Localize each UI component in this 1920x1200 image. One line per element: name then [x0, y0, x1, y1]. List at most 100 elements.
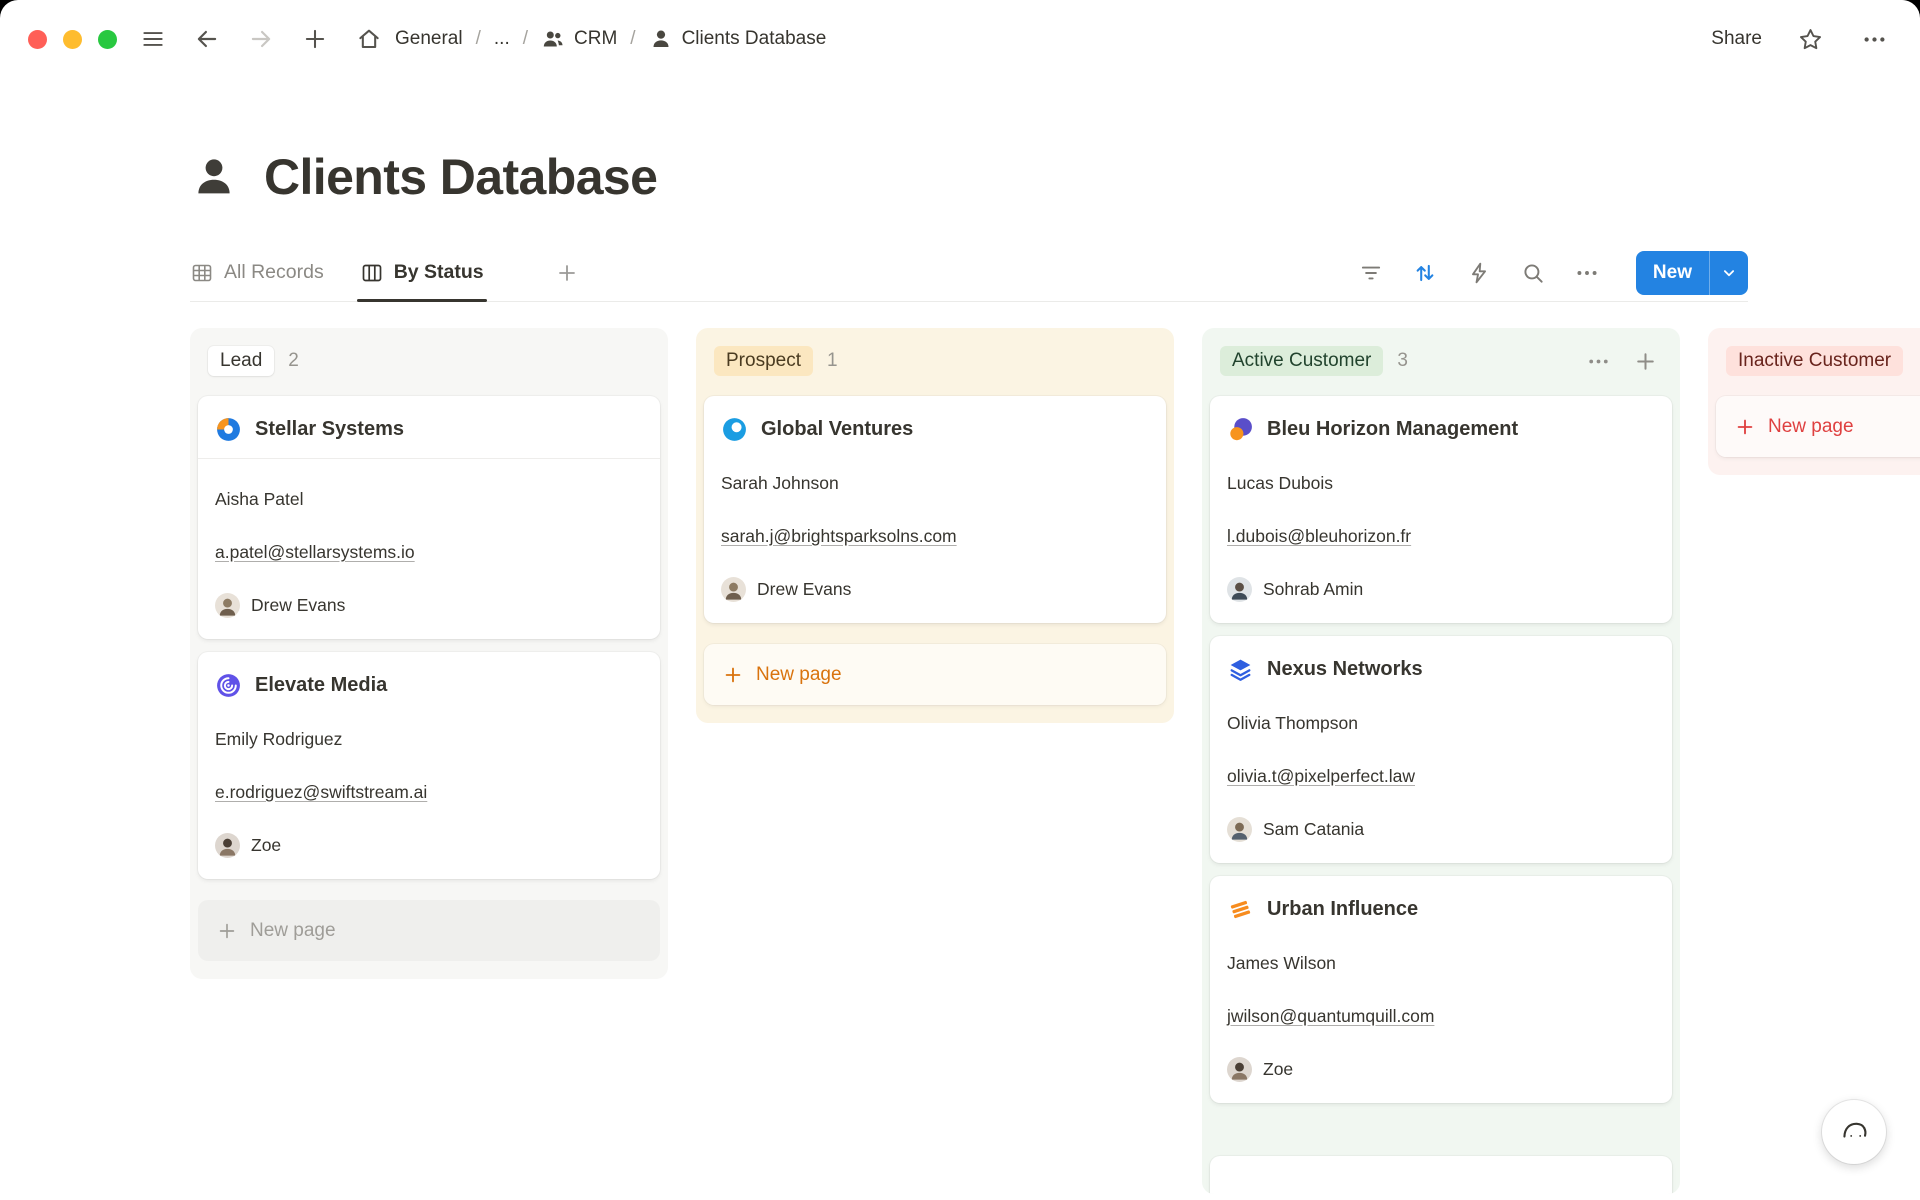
person-icon — [649, 27, 673, 51]
avatar — [215, 593, 240, 618]
new-page-button[interactable]: New page — [704, 644, 1166, 705]
share-button[interactable]: Share — [1711, 28, 1762, 50]
ai-assistant-button[interactable] — [1822, 1100, 1886, 1164]
card-contact: Lucas Dubois — [1210, 443, 1672, 496]
new-button[interactable]: New — [1636, 251, 1748, 295]
close-window-button[interactable] — [28, 30, 47, 49]
elevate-media-logo-icon — [215, 672, 242, 699]
more-options-icon[interactable] — [1858, 23, 1890, 55]
new-page-button[interactable]: New page — [198, 900, 660, 961]
breadcrumb-separator: / — [476, 28, 481, 50]
column-header: Prospect 1 — [704, 336, 1166, 396]
new-page-label: New page — [250, 920, 336, 942]
card-bleu-horizon-management[interactable]: Bleu Horizon Management Lucas Dubois l.d… — [1210, 396, 1672, 623]
board-column-active-customer: Active Customer 3 Bleu Horizon Mana — [1202, 328, 1680, 1194]
nav-controls — [137, 23, 385, 55]
people-icon — [541, 27, 565, 51]
views-toolbar: New — [1358, 251, 1748, 295]
search-icon[interactable] — [1520, 260, 1546, 286]
card-clipped[interactable] — [1210, 1156, 1672, 1194]
status-badge-active-customer[interactable]: Active Customer — [1220, 346, 1383, 376]
card-email: l.dubois@bleuhorizon.fr — [1210, 496, 1672, 549]
filter-icon[interactable] — [1358, 260, 1384, 286]
card-global-ventures[interactable]: Global Ventures Sarah Johnson sarah.j@br… — [704, 396, 1166, 623]
email-link[interactable]: olivia.t@pixelperfect.law — [1227, 766, 1415, 786]
minimize-window-button[interactable] — [63, 30, 82, 49]
card-title: Stellar Systems — [255, 415, 404, 443]
tab-all-records[interactable]: All Records — [190, 244, 324, 301]
card-contact: Emily Rodriguez — [198, 699, 660, 752]
topbar-actions: Share — [1711, 23, 1890, 55]
card-stellar-systems[interactable]: Stellar Systems Aisha Patel a.patel@stel… — [198, 396, 660, 639]
tab-label: By Status — [394, 261, 484, 284]
breadcrumb-item-general[interactable]: General — [395, 28, 463, 50]
page-header: Clients Database — [190, 148, 1920, 206]
card-title: Bleu Horizon Management — [1267, 415, 1518, 443]
card-nexus-networks[interactable]: Nexus Networks Olivia Thompson olivia.t@… — [1210, 636, 1672, 863]
new-page-button[interactable]: New page — [1716, 396, 1920, 457]
column-header: Inactive Customer — [1716, 336, 1920, 396]
owner-name: Sam Catania — [1263, 817, 1364, 842]
email-link[interactable]: e.rodriguez@swiftstream.ai — [215, 782, 427, 802]
avatar — [1227, 577, 1252, 602]
new-button-label: New — [1636, 251, 1709, 295]
breadcrumb-separator: / — [630, 28, 635, 50]
card-owner: Sam Catania — [1210, 789, 1672, 863]
breadcrumb-label: General — [395, 28, 463, 50]
tab-by-status[interactable]: By Status — [360, 244, 484, 301]
view-options-icon[interactable] — [1574, 260, 1600, 286]
status-badge-prospect[interactable]: Prospect — [714, 346, 813, 376]
table-view-icon — [190, 261, 214, 285]
breadcrumb-item-crm[interactable]: CRM — [541, 27, 617, 51]
card-contact: Aisha Patel — [198, 459, 660, 512]
global-ventures-logo-icon — [721, 416, 748, 443]
kanban-board: Lead 2 Stellar Systems Aisha Patel a.pat… — [0, 328, 1920, 1194]
status-badge-inactive-customer[interactable]: Inactive Customer — [1726, 346, 1903, 376]
star-icon[interactable] — [1794, 23, 1826, 55]
plus-icon — [1734, 416, 1756, 438]
view-tabs: All Records By Status — [190, 244, 580, 301]
page-title[interactable]: Clients Database — [264, 148, 657, 206]
breadcrumb-separator: / — [523, 28, 528, 50]
avatar — [215, 833, 240, 858]
automations-icon[interactable] — [1466, 260, 1492, 286]
email-link[interactable]: sarah.j@brightsparksolns.com — [721, 526, 957, 546]
forward-arrow-icon[interactable] — [245, 23, 277, 55]
home-icon[interactable] — [353, 23, 385, 55]
email-link[interactable]: jwilson@quantumquill.com — [1227, 1006, 1434, 1026]
column-count: 3 — [1397, 350, 1408, 372]
owner-name: Zoe — [251, 833, 281, 858]
column-more-icon[interactable] — [1586, 349, 1611, 374]
card-title: Nexus Networks — [1267, 655, 1423, 683]
card-urban-influence[interactable]: Urban Influence James Wilson jwilson@qua… — [1210, 876, 1672, 1103]
card-email: olivia.t@pixelperfect.law — [1210, 736, 1672, 789]
plus-icon — [216, 920, 238, 942]
email-link[interactable]: a.patel@stellarsystems.io — [215, 542, 415, 562]
column-add-icon[interactable] — [1633, 349, 1658, 374]
new-tab-plus-icon[interactable] — [299, 23, 331, 55]
breadcrumb-label: ... — [494, 28, 510, 50]
status-badge-lead[interactable]: Lead — [208, 346, 274, 376]
app-window: General / ... / CRM / Clients Database — [0, 0, 1920, 1200]
owner-name: Drew Evans — [757, 577, 851, 602]
avatar — [721, 577, 746, 602]
page-person-icon — [190, 153, 238, 201]
chevron-down-icon[interactable] — [1710, 251, 1748, 295]
breadcrumb: General / ... / CRM / Clients Database — [395, 27, 826, 51]
hamburger-menu-icon[interactable] — [137, 23, 169, 55]
nexus-networks-logo-icon — [1227, 656, 1254, 683]
column-header: Lead 2 — [198, 336, 660, 396]
back-arrow-icon[interactable] — [191, 23, 223, 55]
bleu-horizon-logo-icon — [1227, 416, 1254, 443]
plus-icon — [722, 664, 744, 686]
sort-icon[interactable] — [1412, 260, 1438, 286]
breadcrumb-item-ellipsis[interactable]: ... — [494, 28, 510, 50]
add-view-plus-icon[interactable] — [554, 260, 580, 286]
zoom-window-button[interactable] — [98, 30, 117, 49]
breadcrumb-item-clients-database[interactable]: Clients Database — [649, 27, 827, 51]
stellar-systems-logo-icon — [215, 416, 242, 443]
card-owner: Zoe — [198, 805, 660, 879]
card-elevate-media[interactable]: Elevate Media Emily Rodriguez e.rodrigue… — [198, 652, 660, 879]
board-column-inactive-customer: Inactive Customer New page — [1708, 328, 1920, 475]
email-link[interactable]: l.dubois@bleuhorizon.fr — [1227, 526, 1411, 546]
